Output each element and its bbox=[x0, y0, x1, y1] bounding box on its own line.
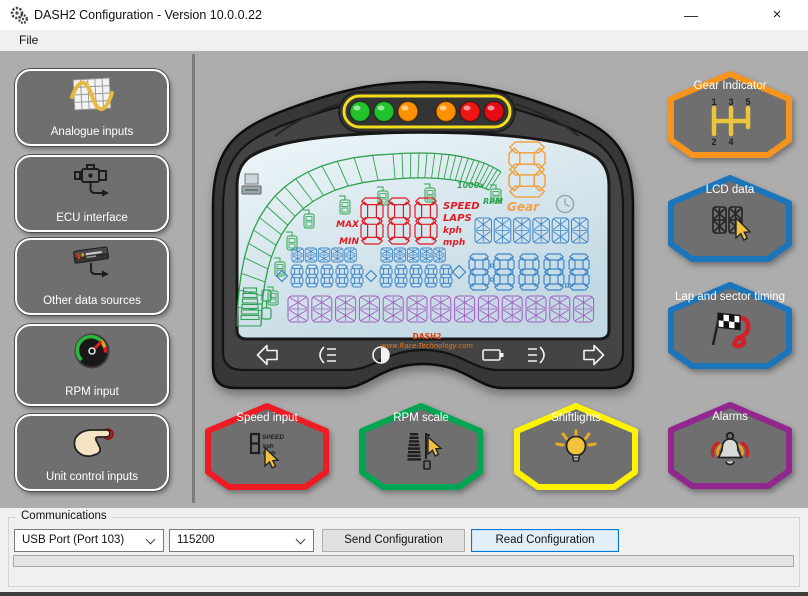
config-button-alarms[interactable]: Alarms bbox=[663, 397, 797, 493]
send-configuration-button[interactable]: Send Configuration bbox=[322, 529, 465, 552]
sidebar-item-label: RPM input bbox=[17, 386, 167, 398]
sidebar-item-other-data-sources[interactable]: Other data sources bbox=[15, 238, 169, 315]
dash2-display-preview: MAX MIN SPEED LAPS kph mph 1000x RPM Gea… bbox=[203, 58, 643, 398]
port-select[interactable]: USB Port (Port 103) bbox=[14, 529, 164, 552]
config-button-label: Speed input bbox=[200, 412, 334, 424]
lcd-min-label: MIN bbox=[339, 237, 359, 247]
lcd-mph-label: mph bbox=[443, 238, 465, 248]
config-button-label: Shiftlights bbox=[509, 412, 643, 424]
sidebar-item-label: Other data sources bbox=[17, 295, 167, 307]
rpm-bar-icon bbox=[399, 429, 443, 476]
brand-url: www.Race-Technology.com bbox=[381, 342, 473, 350]
communications-groupbox bbox=[8, 517, 800, 587]
sidebar-item-label: ECU interface bbox=[17, 212, 167, 224]
status-progress-bar bbox=[13, 555, 794, 567]
speed-display-icon: SPEED kph mph bbox=[245, 429, 289, 476]
config-button-gear-indicator[interactable]: Gear Indicator 1 3 5 2 4 bbox=[663, 66, 797, 162]
communications-label: Communications bbox=[16, 510, 112, 522]
close-icon: × bbox=[773, 0, 782, 30]
hand-button-icon bbox=[69, 421, 115, 466]
svg-text:SPEED: SPEED bbox=[262, 434, 284, 441]
config-button-label: Alarms bbox=[663, 411, 797, 423]
config-button-label: Gear Indicator bbox=[663, 80, 797, 92]
close-button[interactable]: × bbox=[754, 0, 800, 30]
communications-section: Communications USB Port (Port 103) 11520… bbox=[0, 508, 808, 596]
chevron-down-icon bbox=[296, 535, 306, 545]
lcd-rpm-label: RPM bbox=[483, 197, 503, 206]
minimize-button[interactable]: — bbox=[668, 0, 714, 30]
sidebar-item-unit-control-inputs[interactable]: Unit control inputs bbox=[15, 414, 169, 491]
alarm-bell-icon bbox=[705, 428, 755, 475]
chequered-flag-icon bbox=[706, 308, 754, 357]
sidebar-item-analogue-inputs[interactable]: Analogue inputs bbox=[15, 69, 169, 146]
gear-pattern-icon: 1 3 5 2 4 bbox=[703, 97, 757, 152]
lcd-1000x-label: 1000x bbox=[457, 181, 485, 190]
analogue-grid-sine-icon bbox=[69, 76, 115, 121]
config-button-speed-input[interactable]: Speed input SPEED kph mph bbox=[200, 398, 334, 494]
bulb-icon bbox=[553, 429, 599, 474]
engine-icon bbox=[69, 162, 115, 209]
lcd-gear-label: Gear bbox=[507, 200, 540, 214]
lcd-speed-label: SPEED bbox=[443, 201, 480, 212]
svg-text:4: 4 bbox=[728, 137, 733, 147]
sidebar-item-label: Analogue inputs bbox=[17, 126, 167, 138]
chevron-down-icon bbox=[146, 535, 156, 545]
config-button-label: RPM scale bbox=[354, 412, 488, 424]
port-select-value: USB Port (Port 103) bbox=[22, 534, 124, 546]
main-content: Analogue inputs ECU interface bbox=[0, 51, 808, 508]
config-button-rpm-scale[interactable]: RPM scale bbox=[354, 398, 488, 494]
config-button-label: Lap and sector timing bbox=[663, 291, 797, 303]
menu-bar: File bbox=[0, 30, 808, 51]
baud-select-value: 115200 bbox=[177, 534, 215, 546]
svg-text:2: 2 bbox=[711, 137, 716, 147]
lcd-kph-label: kph bbox=[443, 226, 462, 236]
minimize-icon: — bbox=[684, 0, 698, 30]
read-configuration-button[interactable]: Read Configuration bbox=[471, 529, 619, 552]
window-bottom-edge bbox=[0, 592, 808, 596]
dash2-brand: DASH2 bbox=[413, 332, 442, 341]
svg-text:1: 1 bbox=[711, 97, 716, 107]
app-gears-icon bbox=[9, 5, 29, 30]
sidebar-item-rpm-input[interactable]: RPM input bbox=[15, 324, 169, 406]
app-window: DASH2 Configuration - Version 10.0.0.22 … bbox=[0, 0, 808, 596]
lcd-max-label: MAX bbox=[336, 220, 360, 230]
title-bar: DASH2 Configuration - Version 10.0.0.22 … bbox=[0, 0, 808, 30]
menu-file[interactable]: File bbox=[10, 30, 47, 51]
config-button-lap-sector-timing[interactable]: Lap and sector timing bbox=[663, 277, 797, 373]
sidebar-item-label: Unit control inputs bbox=[17, 471, 167, 483]
config-button-label: LCD data bbox=[663, 184, 797, 196]
config-button-lcd-data[interactable]: LCD data bbox=[663, 170, 797, 266]
config-button-shiftlights[interactable]: Shiftlights bbox=[509, 398, 643, 494]
svg-text:3: 3 bbox=[728, 97, 733, 107]
lcd-laps-label: LAPS bbox=[443, 213, 472, 224]
window-title: DASH2 Configuration - Version 10.0.0.22 bbox=[34, 0, 262, 30]
baud-select[interactable]: 115200 bbox=[169, 529, 314, 552]
tachometer-icon bbox=[69, 331, 115, 378]
segment-display-icon bbox=[706, 201, 754, 250]
data-logger-icon bbox=[69, 245, 115, 290]
vertical-divider bbox=[192, 54, 195, 503]
svg-text:5: 5 bbox=[745, 97, 750, 107]
sidebar-item-ecu-interface[interactable]: ECU interface bbox=[15, 155, 169, 232]
